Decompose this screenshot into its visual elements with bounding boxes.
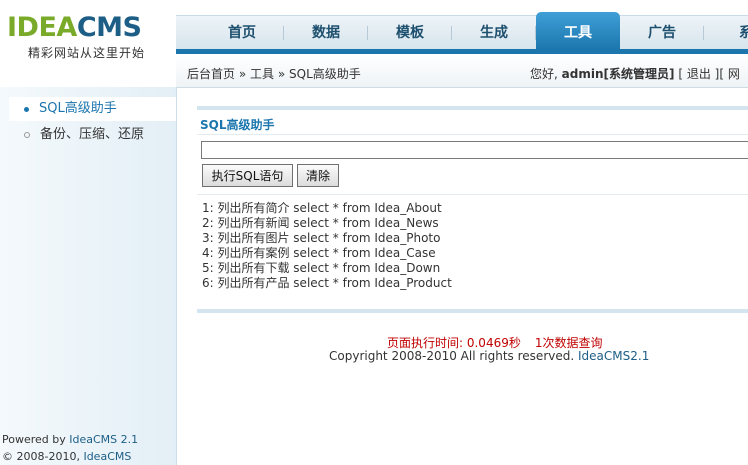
nav-item-ads[interactable]: 广告 xyxy=(620,12,704,50)
breadcrumb-separator: » xyxy=(277,67,286,81)
panel-title: SQL高级助手 xyxy=(200,118,275,132)
button-row-divider xyxy=(197,194,748,195)
nav-item-template[interactable]: 模板 xyxy=(368,12,452,50)
nav-item-system[interactable]: 系 xyxy=(704,12,748,50)
user-name: admin xyxy=(561,67,604,81)
user-role: [系统管理员] xyxy=(603,67,675,81)
query-count: 1次数据查询 xyxy=(534,336,603,350)
panel-top-border xyxy=(197,106,748,110)
nav-item-generate[interactable]: 生成 xyxy=(452,12,536,50)
powered-link[interactable]: IdeaCMS 2.1 xyxy=(69,433,138,446)
sidebar-top-spacer xyxy=(0,62,176,87)
sql-example: 1: 列出所有简介 select * from Idea_About xyxy=(202,201,442,215)
breadcrumb-current-page: SQL高级助手 xyxy=(289,67,361,81)
copyright-prefix: © 2008-2010, xyxy=(2,450,80,463)
site-link[interactable]: [ 网 xyxy=(719,67,740,81)
breadcrumb-tools-link[interactable]: 工具 xyxy=(250,67,274,81)
sql-example: 2: 列出所有新闻 select * from Idea_News xyxy=(202,216,439,230)
header: IDEA CMS 精彩网站从这里开始 首页 数据 模板 生成 工具 广告 系 xyxy=(0,0,748,62)
breadcrumb: 后台首页 » 工具 » SQL高级助手 xyxy=(187,65,361,82)
sql-example: 5: 列出所有下载 select * from Idea_Down xyxy=(202,261,441,275)
sidebar-item-label: SQL高级助手 xyxy=(39,101,117,116)
sidebar-item-label: 备份、压缩、还原 xyxy=(40,127,145,142)
nav-item-tools[interactable]: 工具 xyxy=(536,12,620,50)
breadcrumb-home-link[interactable]: 后台首页 xyxy=(187,67,235,81)
clear-button[interactable]: 清除 xyxy=(297,164,339,187)
logo[interactable]: IDEA CMS xyxy=(7,12,142,43)
powered-prefix: Powered by xyxy=(2,433,66,446)
version-link[interactable]: IdeaCMS2.1 xyxy=(578,349,649,363)
page-copyright: Copyright 2008-2010 All rights reserved.… xyxy=(329,349,649,363)
user-greeting: 您好, xyxy=(530,67,558,81)
breadcrumb-bar: 后台首页 » 工具 » SQL高级助手 您好, admin[系统管理员] [ 退… xyxy=(176,55,748,88)
logo-area: IDEA CMS 精彩网站从这里开始 xyxy=(0,0,176,62)
logo-part-cms: CMS xyxy=(76,12,142,43)
powered-by: Powered by IdeaCMS 2.1 xyxy=(2,431,138,448)
panel-title-divider xyxy=(197,134,748,135)
sql-example: 4: 列出所有案例 select * from Idea_Case xyxy=(202,246,436,260)
execute-sql-button[interactable]: 执行SQL语句 xyxy=(202,164,293,187)
sql-input[interactable] xyxy=(201,141,748,159)
sidebar-item-backup[interactable]: 备份、压缩、还原 xyxy=(9,123,176,147)
bullet-icon xyxy=(24,132,30,138)
nav-item-home[interactable]: 首页 xyxy=(200,12,284,50)
sidebar-footer: Powered by IdeaCMS 2.1 © 2008-2010, Idea… xyxy=(2,431,138,465)
nav-underline-bar xyxy=(176,49,748,54)
execution-time: 页面执行时间: 0.0469秒 xyxy=(387,336,521,350)
logout-link[interactable]: [ 退出 ] xyxy=(678,67,719,81)
sql-examples: 1: 列出所有简介 select * from Idea_About 2: 列出… xyxy=(202,201,452,291)
sidebar-copyright: © 2008-2010, IdeaCMS xyxy=(2,448,138,465)
sql-example: 6: 列出所有产品 select * from Idea_Product xyxy=(202,276,452,290)
logo-part-idea: IDEA xyxy=(7,12,77,43)
copyright-text: Copyright 2008-2010 All rights reserved. xyxy=(329,349,575,363)
user-info: 您好, admin[系统管理员] [ 退出 ][ 网 xyxy=(530,65,740,82)
panel-bottom-border xyxy=(197,309,748,313)
logo-slogan: 精彩网站从这里开始 xyxy=(28,46,146,60)
sidebar-item-sql-helper[interactable]: SQL高级助手 xyxy=(9,97,176,121)
bullet-icon xyxy=(24,106,29,112)
nav-item-data[interactable]: 数据 xyxy=(284,12,368,50)
sql-example: 3: 列出所有图片 select * from Idea_Photo xyxy=(202,231,441,245)
copyright-link[interactable]: IdeaCMS xyxy=(83,450,131,463)
breadcrumb-separator: » xyxy=(238,67,247,81)
main-nav: 首页 数据 模板 生成 工具 广告 系 xyxy=(200,12,748,50)
